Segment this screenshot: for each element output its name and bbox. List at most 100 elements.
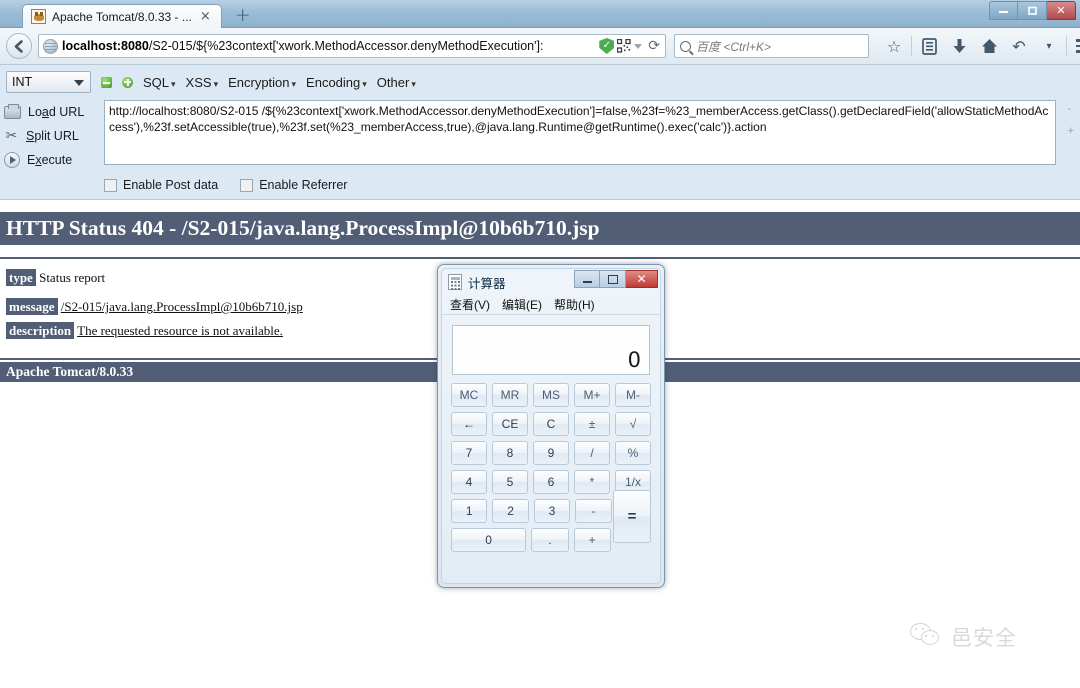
window-close-button[interactable]: ✕ bbox=[1047, 1, 1076, 20]
menu-sql-label: SQL bbox=[143, 74, 170, 90]
calculator-titlebar[interactable]: 计算器 ✕ bbox=[442, 269, 660, 295]
downloads-icon[interactable] bbox=[944, 32, 974, 60]
menu-view[interactable]: 查看(V) bbox=[450, 296, 490, 313]
menu-xss[interactable]: XSS ▾ bbox=[186, 75, 219, 90]
menu-encryption[interactable]: Encryption ▾ bbox=[228, 75, 296, 90]
chevron-down-icon[interactable] bbox=[634, 43, 643, 49]
watermark-text: 邑安全 bbox=[951, 626, 1017, 650]
calc-button-2[interactable]: 2 bbox=[492, 499, 529, 523]
calc-button-mc[interactable]: MC bbox=[451, 383, 487, 407]
maximize-button[interactable] bbox=[1018, 1, 1047, 20]
split-url-label: Split URL bbox=[26, 129, 79, 143]
hackbar-side-controls: - + bbox=[1068, 98, 1074, 142]
menu-edit[interactable]: 编辑(E) bbox=[502, 296, 542, 313]
calc-button-equals[interactable]: = bbox=[613, 490, 651, 543]
calc-button-m-plus[interactable]: M+ bbox=[574, 383, 610, 407]
calc-button-4[interactable]: 4 bbox=[451, 470, 487, 494]
url-path: /S2-015/${%23context['xwork.MethodAccess… bbox=[148, 39, 544, 53]
calculator-row-memory: MC MR MS M+ M- bbox=[451, 383, 651, 407]
menu-other[interactable]: Other ▾ bbox=[377, 75, 416, 90]
calc-button-7[interactable]: 7 bbox=[451, 441, 487, 465]
calc-button-3[interactable]: 3 bbox=[533, 499, 571, 523]
chevron-down-icon[interactable]: ▾ bbox=[1034, 32, 1064, 60]
calc-button-6[interactable]: 6 bbox=[533, 470, 569, 494]
info-row-type: type Status report bbox=[6, 269, 105, 286]
back-button-icon[interactable] bbox=[6, 33, 32, 59]
chevron-down-icon: ▾ bbox=[291, 78, 297, 89]
search-box[interactable]: 百度 <Ctrl+K> bbox=[674, 34, 869, 58]
enable-post-data-label: Enable Post data bbox=[123, 178, 219, 192]
minimize-button[interactable] bbox=[989, 1, 1018, 20]
bookmark-star-icon[interactable]: ☆ bbox=[879, 32, 909, 60]
calculator-close-button[interactable]: ✕ bbox=[626, 270, 658, 288]
url-bar[interactable]: localhost:8080/S2-015/${%23context['xwor… bbox=[38, 34, 666, 58]
new-tab-button[interactable]: + bbox=[228, 4, 258, 26]
calc-button-divide[interactable]: / bbox=[574, 441, 610, 465]
info-row-description: description The requested resource is no… bbox=[6, 322, 283, 339]
hackbar-url-textarea[interactable]: http://localhost:8080/S2-015 /${%23conte… bbox=[104, 100, 1056, 165]
calc-button-decimal[interactable]: . bbox=[531, 528, 569, 552]
checkbox-box bbox=[104, 178, 117, 192]
scissors-icon: ✂ bbox=[5, 128, 18, 144]
calc-button-sqrt[interactable]: √ bbox=[615, 412, 651, 436]
calculator-window: 计算器 ✕ 查看(V) 编辑(E) 帮助(H) 0 MC MR MS M+ M-… bbox=[437, 264, 665, 588]
calc-button-backspace[interactable]: ← bbox=[451, 412, 487, 436]
split-url-button[interactable]: ✂ Split URL bbox=[4, 124, 100, 148]
tab-title: Apache Tomcat/8.0.33 - ... bbox=[52, 9, 192, 24]
globe-icon bbox=[43, 38, 58, 54]
calculator-title: 计算器 bbox=[468, 276, 506, 291]
search-icon bbox=[680, 40, 691, 52]
navigation-toolbar: localhost:8080/S2-015/${%23context['xwor… bbox=[0, 28, 1080, 65]
load-url-button[interactable]: Load URL bbox=[4, 100, 100, 124]
reload-icon[interactable]: ⟳ bbox=[645, 38, 663, 54]
calc-button-5[interactable]: 5 bbox=[492, 470, 528, 494]
execute-button[interactable]: Execute bbox=[4, 148, 100, 172]
menu-sql[interactable]: SQL ▾ bbox=[143, 75, 176, 90]
calc-button-9[interactable]: 9 bbox=[533, 441, 569, 465]
menu-icon[interactable] bbox=[1069, 32, 1080, 60]
calc-button-1[interactable]: 1 bbox=[451, 499, 488, 523]
enable-post-data-checkbox[interactable]: Enable Post data bbox=[104, 178, 218, 192]
close-icon[interactable]: × bbox=[198, 10, 213, 23]
calc-button-add[interactable]: + bbox=[573, 528, 611, 552]
home-icon[interactable] bbox=[974, 32, 1004, 60]
calc-button-0[interactable]: 0 bbox=[451, 528, 527, 552]
calc-button-c[interactable]: C bbox=[533, 412, 569, 436]
calc-button-plusminus[interactable]: ± bbox=[574, 412, 610, 436]
calc-button-subtract[interactable]: - bbox=[575, 499, 612, 523]
menu-help[interactable]: 帮助(H) bbox=[554, 296, 595, 313]
enable-referrer-checkbox[interactable]: Enable Referrer bbox=[240, 178, 347, 192]
remove-tab-icon[interactable] bbox=[101, 76, 112, 88]
hackbar-mode-select[interactable]: INT bbox=[6, 71, 91, 93]
side-minus-icon[interactable]: - bbox=[1068, 98, 1074, 120]
history-undo-icon[interactable]: ↶ bbox=[1004, 32, 1034, 60]
hackbar-actions: Load URL ✂ Split URL Execute bbox=[4, 100, 100, 172]
calc-button-percent[interactable]: % bbox=[615, 441, 651, 465]
qr-code-icon[interactable] bbox=[617, 38, 631, 53]
calculator-minimize-button[interactable] bbox=[574, 270, 600, 288]
menu-encryption-label: Encryption bbox=[228, 74, 290, 90]
menu-encoding[interactable]: Encoding ▾ bbox=[306, 75, 367, 90]
info-value: /S2-015/java.lang.ProcessImpl@10b6b710.j… bbox=[60, 299, 303, 314]
calc-button-ce[interactable]: CE bbox=[492, 412, 528, 436]
library-icon[interactable] bbox=[914, 32, 944, 60]
calc-button-8[interactable]: 8 bbox=[492, 441, 528, 465]
security-shield-icon[interactable] bbox=[599, 38, 615, 54]
side-plus-icon[interactable]: + bbox=[1068, 120, 1074, 142]
calc-button-ms[interactable]: MS bbox=[533, 383, 569, 407]
menu-xss-label: XSS bbox=[185, 74, 212, 90]
calc-button-m-minus[interactable]: M- bbox=[615, 383, 651, 407]
hamburger-icon bbox=[1075, 39, 1080, 53]
calculator-maximize-button[interactable] bbox=[600, 270, 626, 288]
window-controls: ✕ bbox=[989, 1, 1076, 20]
calc-button-mr[interactable]: MR bbox=[492, 383, 528, 407]
enable-referrer-label: Enable Referrer bbox=[259, 178, 348, 192]
chevron-down-icon: ▾ bbox=[171, 78, 176, 89]
divider bbox=[0, 257, 1080, 259]
browser-tab[interactable]: Apache Tomcat/8.0.33 - ... × bbox=[22, 4, 222, 28]
info-row-message: message /S2-015/java.lang.ProcessImpl@10… bbox=[6, 298, 303, 315]
load-url-label: Load URL bbox=[28, 105, 85, 119]
add-tab-icon[interactable] bbox=[122, 76, 133, 88]
calc-button-multiply[interactable]: * bbox=[574, 470, 610, 494]
execute-label: Execute bbox=[27, 153, 73, 167]
